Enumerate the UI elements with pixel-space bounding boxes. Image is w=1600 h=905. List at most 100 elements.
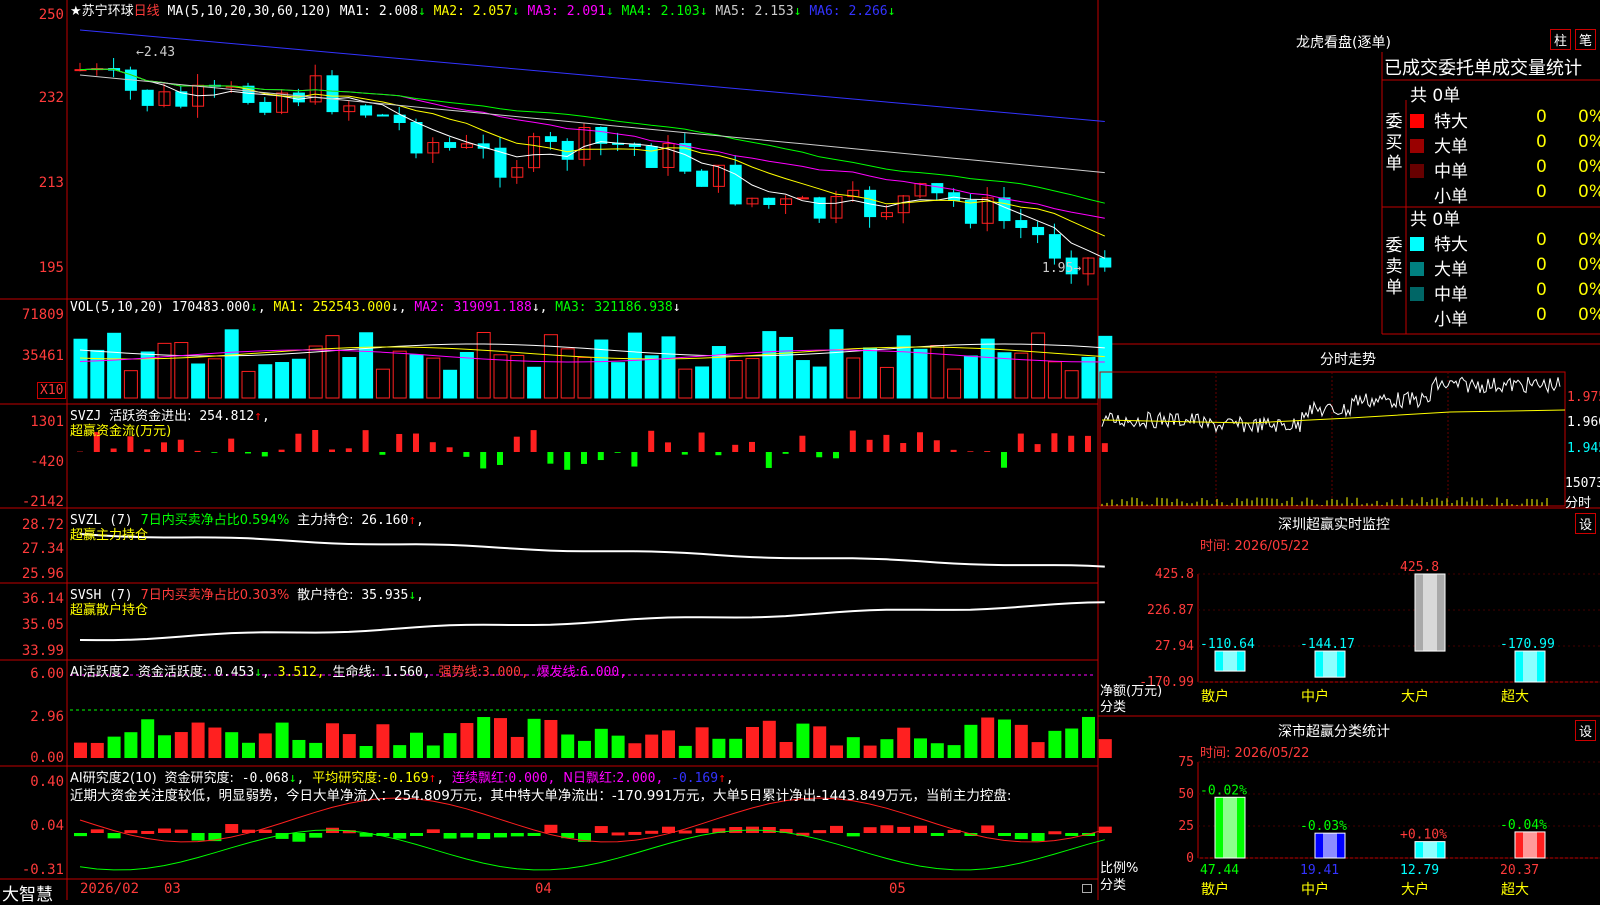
research-bar (1065, 833, 1078, 836)
fund-flow-bar (161, 442, 167, 452)
tick-mode-button[interactable]: 笔 (1575, 29, 1596, 50)
price-header: ★苏宁环球日线 MA(5,10,20,30,60,120) MA1: 2.008… (70, 0, 895, 19)
class-settings-button[interactable]: 设 (1575, 720, 1596, 741)
row-percent: 0% (1578, 132, 1600, 152)
monitor-settings-button[interactable]: 设 (1575, 513, 1596, 534)
color-swatch (1410, 114, 1424, 128)
fund-flow-bar (379, 452, 385, 455)
volume-bar (225, 330, 238, 398)
research-bar (847, 833, 860, 836)
fund-flow-bar (598, 452, 604, 460)
svsh-axis-3: 33.99 (0, 643, 64, 659)
fund-flow-bar (1102, 443, 1108, 452)
ai1-header: AI活跃度2 资金活跃度: 0.453↓, 3.512, 生命线: 1.560,… (70, 661, 627, 680)
volume-bar (242, 371, 255, 398)
volume-bar (796, 361, 809, 398)
row-percent: 0% (1578, 157, 1600, 177)
ai1-value-5: 6.000, (580, 665, 627, 680)
fund-flow-bar (581, 452, 587, 464)
fund-flow-bar (833, 452, 839, 458)
research-bar (141, 831, 154, 834)
volume-bar (897, 336, 910, 398)
research-bar (393, 833, 406, 839)
class-value-label: 12.79 (1400, 863, 1439, 878)
activity-bar (309, 743, 322, 758)
ai1-arrow-1: ↓ (254, 665, 262, 680)
row-volume: 0 (1536, 230, 1547, 250)
ai1-value-2: 3.512, (278, 665, 325, 680)
retail-holding-line (80, 602, 1105, 640)
research-bar (595, 826, 608, 833)
fund-flow-bar (766, 452, 772, 468)
date-label-2: 03 (164, 881, 181, 897)
period-label[interactable]: 日线 (134, 4, 160, 19)
activity-bar (1048, 731, 1061, 758)
class-value-label: 19.41 (1300, 863, 1339, 878)
stock-name[interactable]: ★苏宁环球 (70, 4, 134, 19)
g-cls-bar-shine (1423, 842, 1437, 858)
activity-bar (679, 746, 692, 758)
ai1-axis-2: 2.96 (0, 709, 64, 725)
activity-bar (158, 735, 171, 758)
research-bar (259, 830, 272, 833)
monitor-value-label: 425.8 (1400, 560, 1439, 575)
intraday-axis-1: 1.975 (1567, 390, 1600, 405)
ma-value-3: MA3: 2.091↓ (520, 4, 614, 19)
class-delta-label: -0.03% (1300, 819, 1347, 834)
date-label-3: 04 (535, 881, 552, 897)
fund-flow-bar (732, 445, 738, 452)
g-cls-tick: 0 (1186, 851, 1194, 866)
row-volume: 0 (1536, 182, 1547, 202)
g-mon-bar-shine (1323, 651, 1337, 677)
lock-icon[interactable] (1082, 884, 1092, 893)
sell-row-2: 大单00% (1410, 255, 1600, 280)
research-bar (225, 824, 238, 833)
volume-bar (276, 363, 289, 398)
volume-bar (511, 355, 524, 398)
fund-flow-bar (447, 447, 453, 452)
volume-ma2: MA2: 319091.188 (414, 300, 531, 315)
activity-bar (444, 733, 457, 758)
row-volume: 0 (1536, 132, 1547, 152)
ma-value-6: MA6: 2.266↓ (802, 4, 896, 19)
buy-row-1: 特大00% (1410, 107, 1600, 132)
volume-bar (813, 367, 826, 398)
research-bar (460, 833, 473, 838)
volume-title: VOL(5,10,20) (70, 300, 164, 315)
fund-flow-bar (547, 452, 553, 464)
candle-body (596, 127, 607, 143)
ai2-axis-1: 0.40 (0, 774, 64, 790)
fund-flow-bar (279, 450, 285, 452)
intraday-chart (1100, 372, 1565, 506)
volume-bar (847, 358, 860, 398)
fund-flow-bar (850, 431, 856, 452)
class-value-label: 47.44 (1200, 863, 1239, 878)
price-candles (75, 58, 1111, 285)
volume-bar (948, 369, 961, 398)
row-label: 中单 (1434, 162, 1468, 182)
svzl-subtitle: 超赢主力持仓 (70, 524, 148, 543)
row-percent: 0% (1578, 107, 1600, 127)
color-swatch (1410, 237, 1424, 251)
volume-bar (528, 367, 541, 398)
volume-unit-badge[interactable]: X10 (37, 382, 66, 399)
activity-bar (494, 718, 507, 758)
volume-bar (679, 369, 692, 398)
volume-bar (1048, 362, 1061, 398)
volume-bar (830, 330, 843, 398)
fund-flow-bars (77, 430, 1108, 470)
candle-body (260, 102, 271, 112)
svsh-subtitle: 超赢散户持仓 (70, 599, 148, 618)
volume-bar (964, 356, 977, 398)
volume-bar (1065, 371, 1078, 398)
fund-flow-bar (900, 443, 906, 452)
research-bar (192, 833, 205, 841)
research-bar (981, 825, 994, 833)
fund-flow-bar (699, 433, 705, 452)
svzl-label: 主力持仓: (297, 513, 353, 528)
row-volume: 0 (1536, 255, 1547, 275)
activity-bar (544, 720, 557, 758)
volume-bar (662, 337, 675, 398)
bar-mode-button[interactable]: 柱 (1550, 29, 1571, 50)
monitor-chart: 425.8226.8727.94-170.99散户中户大户超大-110.64-1… (1139, 560, 1600, 705)
